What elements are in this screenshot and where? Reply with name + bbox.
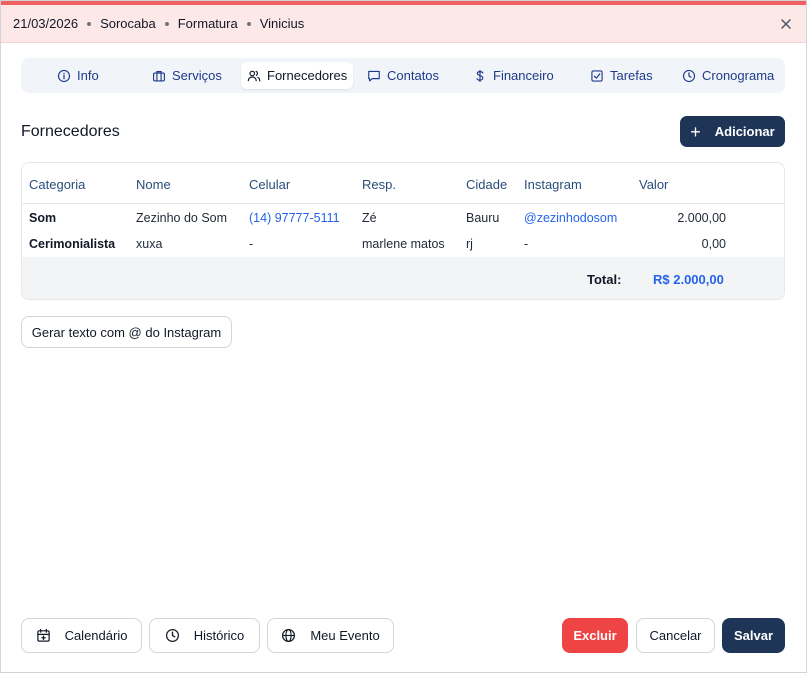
- section-title: Fornecedores: [21, 123, 120, 140]
- event-modal: 21/03/2026 Sorocaba Formatura Vinicius I…: [0, 0, 807, 673]
- plus-icon: +: [690, 121, 701, 142]
- info-icon: [57, 69, 71, 82]
- event-client: Vinicius: [259, 16, 305, 31]
- checkbox-icon: [591, 69, 603, 82]
- cell-cidade: rj: [466, 237, 473, 251]
- tab-label: Contatos: [387, 68, 440, 83]
- separator-dot: [246, 21, 251, 26]
- calendar-button[interactable]: Calendário: [21, 618, 142, 653]
- close-icon[interactable]: [778, 16, 794, 32]
- column-header-instagram[interactable]: Instagram: [524, 177, 582, 192]
- history-button[interactable]: Histórico: [149, 618, 260, 653]
- history-button-label: Histórico: [193, 628, 245, 643]
- cell-cidade: Bauru: [466, 211, 500, 225]
- calendar-plus-icon: [36, 628, 50, 642]
- tab-label: Financeiro: [493, 68, 554, 83]
- clock-icon: [165, 628, 179, 643]
- tab-label: Fornecedores: [267, 68, 348, 83]
- event-date: 21/03/2026: [13, 16, 79, 31]
- separator-dot: [164, 21, 169, 26]
- cell-resp: marlene matos: [362, 237, 445, 251]
- add-supplier-button[interactable]: + Adicionar: [680, 116, 785, 147]
- total-label: Total:: [587, 272, 622, 287]
- cancel-button[interactable]: Cancelar: [636, 618, 715, 653]
- add-button-label: Adicionar: [714, 124, 775, 139]
- cell-celular: -: [249, 237, 254, 251]
- table-row[interactable]: Cerimonialista xuxa - marlene matos rj -…: [22, 230, 784, 256]
- my-event-button-label: Meu Evento: [310, 628, 380, 643]
- table-total-row: Total: R$ 2.000,00: [22, 257, 784, 299]
- cell-valor: 0,00: [701, 237, 726, 251]
- clock-icon: [682, 69, 696, 82]
- total-value: R$ 2.000,00: [653, 272, 724, 287]
- column-header-celular[interactable]: Celular: [249, 177, 290, 192]
- tab-tarefas[interactable]: Tarefas: [584, 62, 659, 89]
- tab-label: Tarefas: [610, 68, 653, 83]
- tab-bar: Info Serviços Fornecedores Contatos Fina…: [21, 58, 785, 93]
- save-button[interactable]: Salvar: [722, 618, 785, 653]
- cell-categoria: Cerimonialista: [29, 237, 116, 251]
- tab-label: Serviços: [172, 68, 222, 83]
- cell-instagram: -: [524, 237, 529, 251]
- cell-celular-link[interactable]: (14) 97777-5111: [249, 211, 340, 225]
- event-type: Formatura: [177, 16, 238, 31]
- briefcase-icon: [153, 70, 165, 81]
- users-icon: [247, 70, 261, 82]
- tab-label: Info: [77, 68, 99, 83]
- column-header-nome[interactable]: Nome: [136, 177, 171, 192]
- column-header-categoria[interactable]: Categoria: [29, 177, 85, 192]
- cell-resp: Zé: [362, 211, 377, 225]
- cell-nome: Zezinho do Som: [136, 211, 228, 225]
- delete-button[interactable]: Excluir: [562, 618, 628, 653]
- dollar-icon: [476, 69, 484, 82]
- message-icon: [368, 70, 380, 81]
- table-header-row: Categoria Nome Celular Resp. Cidade Inst…: [22, 163, 784, 204]
- tab-info[interactable]: Info: [51, 62, 105, 89]
- column-header-cidade[interactable]: Cidade: [466, 177, 507, 192]
- modal-header: 21/03/2026 Sorocaba Formatura Vinicius: [1, 5, 806, 43]
- cell-valor: 2.000,00: [677, 211, 726, 225]
- tab-fornecedores[interactable]: Fornecedores: [241, 62, 354, 89]
- cell-categoria: Som: [29, 211, 57, 225]
- separator-dot: [87, 21, 92, 26]
- calendar-button-label: Calendário: [64, 628, 128, 643]
- tab-servicos[interactable]: Serviços: [146, 62, 228, 89]
- column-header-valor[interactable]: Valor: [639, 177, 668, 192]
- event-city: Sorocaba: [100, 16, 156, 31]
- column-header-resp[interactable]: Resp.: [362, 177, 396, 192]
- suppliers-table: Categoria Nome Celular Resp. Cidade Inst…: [21, 162, 785, 300]
- tab-financeiro[interactable]: Financeiro: [467, 62, 560, 89]
- cell-instagram-link[interactable]: @zezinhodosom: [524, 211, 617, 225]
- tab-cronograma[interactable]: Cronograma: [676, 62, 780, 89]
- tab-contatos[interactable]: Contatos: [361, 62, 445, 89]
- generate-instagram-text-button[interactable]: Gerar texto com @ do Instagram: [21, 316, 232, 348]
- cell-nome: xuxa: [136, 237, 163, 251]
- table-row[interactable]: Som Zezinho do Som (14) 97777-5111 Zé Ba…: [22, 204, 784, 230]
- my-event-button[interactable]: Meu Evento: [267, 618, 394, 653]
- globe-icon: [282, 628, 296, 643]
- tab-label: Cronograma: [702, 68, 775, 83]
